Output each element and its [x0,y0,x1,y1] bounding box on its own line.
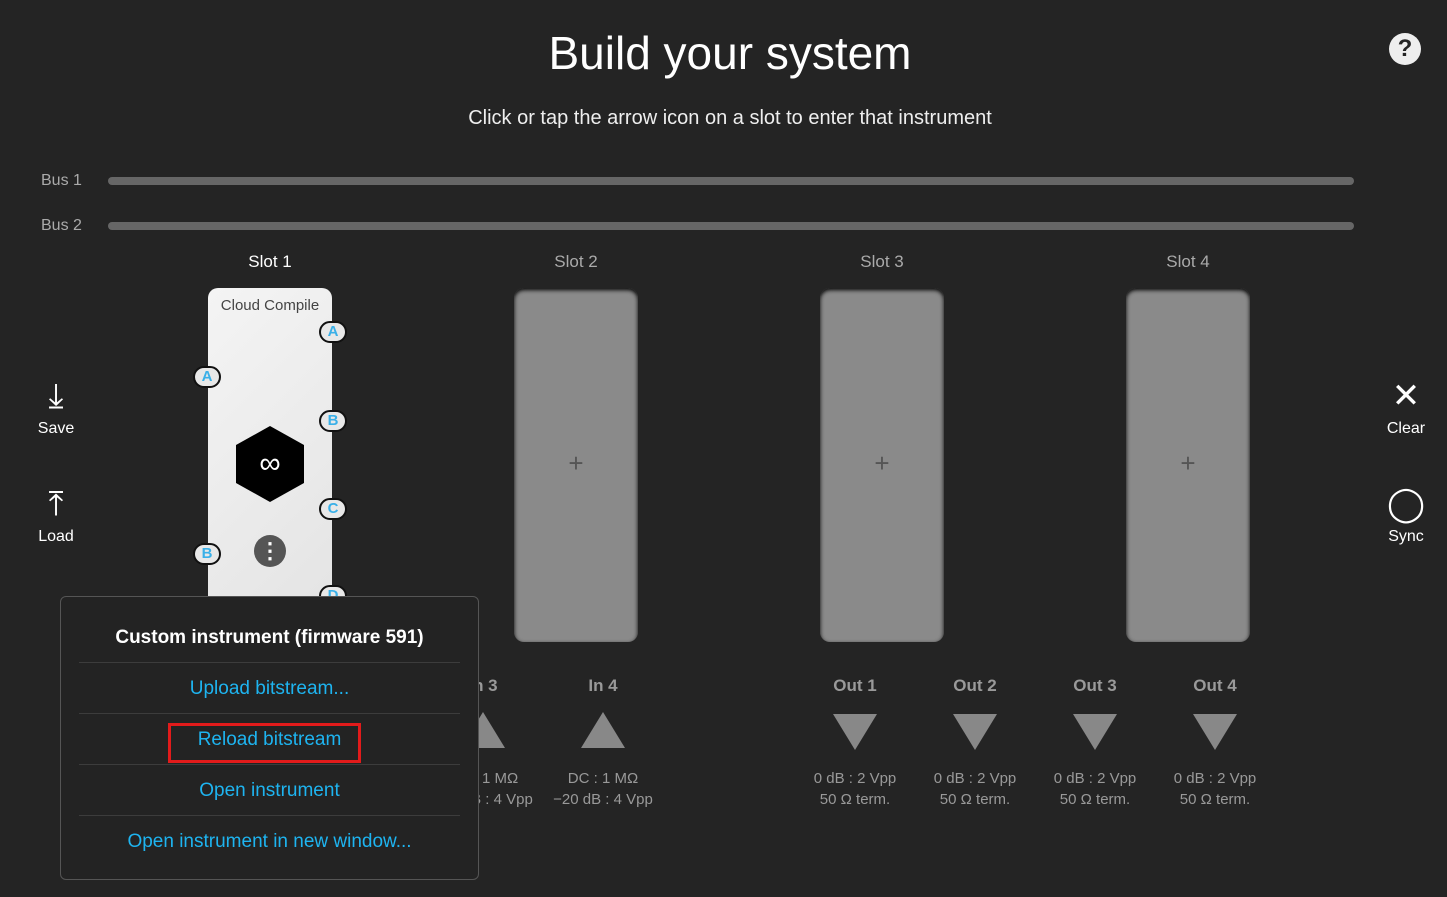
input-4-label: In 4 [588,676,618,695]
upload-icon: ⤒ [48,485,64,523]
add-icon: + [568,448,584,478]
output-2-label: Out 2 [953,676,997,695]
load-label: Load [38,528,74,545]
output-port-c[interactable]: C [319,498,347,520]
menu-title: Custom instrument (firmware 591) [115,627,424,648]
slot-4-label: Slot 4 [1166,252,1210,271]
bus-2-bar [108,222,1354,230]
input-arrow-icon[interactable] [581,712,625,748]
close-icon: ✕ [1391,377,1421,415]
output-arrow-icon[interactable] [953,714,997,750]
output-1-info: 0 dB : 2 Vpp 50 Ω term. [813,770,897,808]
instrument-context-menu: Custom instrument (firmware 591) Upload … [60,596,479,880]
open-in-new-window-item[interactable]: Open instrument in new window... [79,831,460,853]
page-subtitle: Click or tap the arrow icon on a slot to… [468,107,992,129]
more-options-icon[interactable]: ⋮ [254,535,286,567]
input-port-b[interactable]: B [193,543,221,565]
clear-button[interactable]: ✕ Clear [1371,372,1441,438]
save-button[interactable]: ⤓ Save [21,372,91,438]
instrument-name: Cloud Compile [220,297,320,314]
bus-2-label: Bus 2 [41,217,82,234]
add-icon: + [874,448,890,478]
bus-1-bar [108,177,1354,185]
bus-1-label: Bus 1 [41,172,82,189]
output-port-a[interactable]: A [319,321,347,343]
input-4-info: DC : 1 MΩ −20 dB : 4 Vpp [553,770,653,808]
download-icon: ⤓ [48,377,64,415]
slot-4-empty[interactable]: + [1126,288,1250,642]
output-arrow-icon[interactable] [1193,714,1237,750]
sync-button[interactable]: ◯ Sync [1371,480,1441,546]
cloud-compile-logo-icon: ∞ [236,426,304,502]
output-3-label: Out 3 [1073,676,1117,695]
output-arrow-icon[interactable] [833,714,877,750]
sync-label: Sync [1388,528,1424,545]
upload-bitstream-item[interactable]: Upload bitstream... [79,678,460,700]
output-1-label: Out 1 [833,676,877,695]
output-arrow-icon[interactable] [1073,714,1117,750]
help-icon[interactable]: ? [1389,33,1421,65]
output-port-b[interactable]: B [319,410,347,432]
gauge-icon: ◯ [1386,485,1426,523]
slot-2-empty[interactable]: + [514,288,638,642]
save-label: Save [37,420,75,437]
clear-label: Clear [1386,420,1426,437]
open-instrument-item[interactable]: Open instrument [79,780,460,802]
output-4-label: Out 4 [1193,676,1237,695]
output-4-info: 0 dB : 2 Vpp 50 Ω term. [1173,770,1257,808]
highlight-box [168,723,361,763]
slot-1-label: Slot 1 [248,252,292,271]
slot-2-label: Slot 2 [554,252,598,271]
slot-3-label: Slot 3 [860,252,904,271]
output-2-info: 0 dB : 2 Vpp 50 Ω term. [933,770,1017,808]
slot-3-empty[interactable]: + [820,288,944,642]
input-port-a[interactable]: A [193,366,221,388]
output-3-info: 0 dB : 2 Vpp 50 Ω term. [1053,770,1137,808]
page-title: Build your system [548,27,912,79]
load-button[interactable]: ⤒ Load [21,480,91,546]
slot-1-instrument-card[interactable]: Cloud Compile ∞ ⋮ [208,288,332,608]
add-icon: + [1180,448,1196,478]
